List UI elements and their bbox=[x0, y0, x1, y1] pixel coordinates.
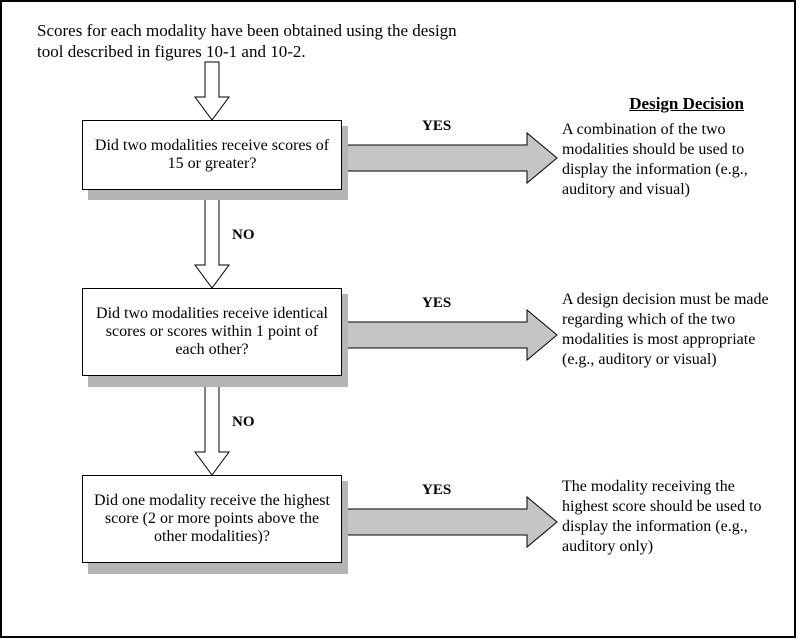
yes-label-1: YES bbox=[422, 118, 451, 135]
down-arrow-icon bbox=[195, 62, 229, 120]
right-arrow-icon bbox=[347, 497, 557, 547]
down-arrow-icon bbox=[195, 381, 229, 475]
flowchart-frame: Scores for each modality have been obtai… bbox=[0, 0, 796, 638]
decision-question-1: Did two modalities receive scores of 15 … bbox=[95, 137, 329, 172]
yes-label-2: YES bbox=[422, 295, 451, 312]
result-text-2: A design decision must be made regarding… bbox=[562, 290, 782, 370]
decision-question-2: Did two modalities receive identical sco… bbox=[96, 305, 328, 358]
yes-label-3: YES bbox=[422, 482, 451, 499]
no-label-2: NO bbox=[232, 414, 255, 431]
result-text-1: A combination of the two modalities shou… bbox=[562, 120, 782, 200]
right-arrow-icon bbox=[347, 310, 557, 360]
decision-box-3: Did one modality receive the highest sco… bbox=[82, 475, 342, 563]
no-label-1: NO bbox=[232, 227, 255, 244]
right-arrow-icon bbox=[347, 133, 557, 183]
design-decision-heading: Design Decision bbox=[629, 94, 744, 114]
down-arrow-icon bbox=[195, 194, 229, 288]
result-text-3: The modality receiving the highest score… bbox=[562, 477, 782, 557]
decision-box-2: Did two modalities receive identical sco… bbox=[82, 288, 342, 376]
decision-box-1: Did two modalities receive scores of 15 … bbox=[82, 120, 342, 190]
decision-question-3: Did one modality receive the highest sco… bbox=[94, 492, 330, 545]
intro-text: Scores for each modality have been obtai… bbox=[37, 20, 477, 63]
